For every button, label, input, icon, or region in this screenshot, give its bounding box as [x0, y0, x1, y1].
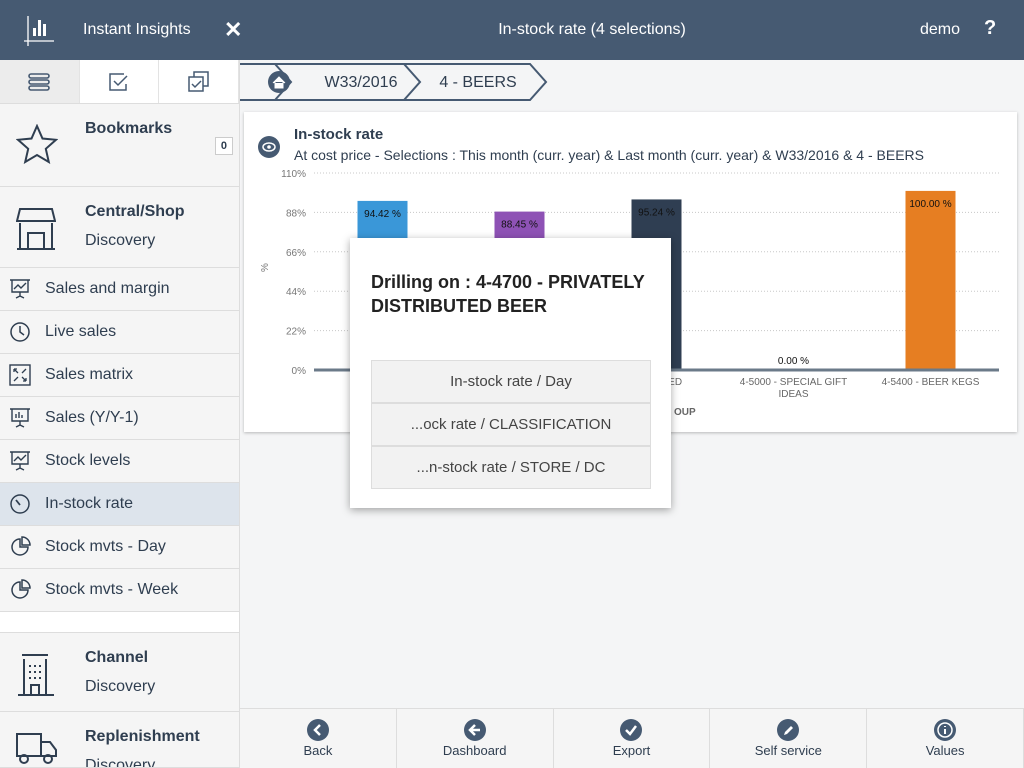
sidebar-item-label: In-stock rate [45, 495, 134, 512]
back-label: Back [303, 743, 333, 758]
help-icon[interactable]: ? [984, 17, 996, 40]
presentation-chart-icon [10, 279, 30, 299]
replenishment-subtitle: Discovery [85, 757, 156, 768]
dashboard-label: Dashboard [442, 743, 507, 758]
shop-icon [16, 208, 56, 250]
sidebar-item-sales-and-margin[interactable]: Sales and margin [0, 268, 239, 311]
back-button[interactable]: Back [240, 709, 397, 768]
y-tick-label: 66% [286, 248, 306, 259]
bookmarks-count: 0 [214, 137, 233, 155]
gauge-icon [10, 494, 30, 514]
y-tick-label: 110% [281, 169, 306, 180]
sidebar-item-label: Sales matrix [45, 366, 134, 383]
sidebar-item-label: Sales and margin [45, 280, 170, 297]
channel-title: Channel [85, 649, 149, 666]
tab-menu[interactable] [0, 60, 80, 103]
sidebar-item-label: Stock mvts - Week [45, 581, 179, 598]
x-tick-label: 4-5400 - BEER KEGS [882, 377, 980, 388]
truck-icon [16, 733, 57, 764]
copy-check-icon [187, 70, 209, 92]
drill-option-day[interactable]: In-stock rate / Day [371, 360, 651, 403]
pencil-icon [777, 719, 800, 741]
drill-option-classification[interactable]: ...ock rate / CLASSIFICATION [371, 403, 651, 446]
bar[interactable] [905, 190, 956, 370]
self-service-label: Self service [754, 743, 822, 758]
export-button[interactable]: Export [554, 709, 711, 768]
x-axis-label: OUP [674, 407, 696, 418]
bar-data-label: 94.42 % [364, 209, 401, 220]
sidebar: Bookmarks 0 Central/Shop Discovery Sales… [0, 60, 240, 768]
bar-data-label: 100.00 % [909, 199, 951, 210]
tab-multi[interactable] [159, 60, 240, 103]
sidebar-item-in-stock-rate[interactable]: In-stock rate [0, 483, 239, 526]
self-service-button[interactable]: Self service [710, 709, 868, 768]
page-title: In-stock rate (4 selections) [498, 21, 686, 38]
channel-subtitle: Discovery [85, 678, 156, 695]
bottom-toolbar: Back Dashboard Export Self service Value… [240, 708, 1024, 768]
breadcrumb-label: 4 - BEERS [439, 74, 516, 91]
sidebar-item-live-sales[interactable]: Live sales [0, 311, 239, 354]
sidebar-item-stock-mvts-week[interactable]: Stock mvts - Week [0, 569, 239, 612]
y-axis-label: % [260, 263, 271, 272]
channel-card[interactable]: Channel Discovery [0, 632, 239, 712]
breadcrumb: W33/2016 4 - BEERS [240, 63, 548, 101]
drill-option-store-dc[interactable]: ...n-stock rate / STORE / DC [371, 446, 651, 489]
central-shop-card[interactable]: Central/Shop Discovery [0, 187, 239, 268]
pie-icon [11, 536, 31, 556]
x-tick-label: 4-5000 - SPECIAL GIFT IDEAS [740, 377, 847, 400]
y-tick-label: 88% [286, 208, 306, 219]
presentation-bars-icon [10, 408, 30, 428]
replenishment-title: Replenishment [85, 728, 200, 745]
back-icon [306, 719, 329, 741]
checkbox-icon [109, 72, 128, 91]
sidebar-item-label: Live sales [45, 323, 117, 340]
drill-popup: Drilling on : 4-4700 - PRIVATELY DISTRIB… [350, 238, 671, 508]
values-button[interactable]: Values [867, 709, 1024, 768]
tab-selections[interactable] [80, 60, 160, 103]
sidebar-item-sales-y-y-1[interactable]: Sales (Y/Y-1) [0, 397, 239, 440]
sidebar-item-stock-mvts-day[interactable]: Stock mvts - Day [0, 526, 239, 569]
arrow-left-icon [463, 719, 486, 741]
sidebar-item-stock-levels[interactable]: Stock levels [0, 440, 239, 483]
bar-data-label: 0.00 % [778, 356, 809, 367]
app-header: Instant Insights ✕ In-stock rate (4 sele… [0, 0, 1024, 60]
presentation-chart-icon [10, 451, 30, 471]
replenishment-card[interactable]: Replenishment Discovery [0, 712, 239, 768]
expand-icon [9, 364, 31, 386]
list-icon [28, 72, 51, 91]
export-label: Export [612, 743, 651, 758]
pie-icon [11, 579, 31, 599]
central-title: Central/Shop [85, 203, 185, 220]
bookmarks-card[interactable]: Bookmarks 0 [0, 104, 239, 187]
y-tick-label: 44% [286, 287, 306, 298]
bar-data-label: 95.24 % [638, 207, 675, 218]
bar-data-label: 88.45 % [501, 220, 538, 231]
user-menu[interactable]: demo [920, 21, 960, 39]
clock-icon [10, 322, 30, 342]
info-icon [934, 719, 957, 741]
dashboard-button[interactable]: Dashboard [397, 709, 554, 768]
building-icon [18, 654, 54, 696]
sidebar-item-label: Stock mvts - Day [45, 538, 166, 555]
drill-heading: Drilling on : 4-4700 - PRIVATELY DISTRIB… [371, 272, 645, 316]
sidebar-item-label: Sales (Y/Y-1) [45, 409, 139, 426]
values-label: Values [925, 743, 965, 758]
sidebar-item-label: Stock levels [45, 452, 131, 469]
central-subtitle: Discovery [85, 232, 156, 249]
y-tick-label: 22% [286, 327, 306, 338]
y-tick-label: 0% [292, 366, 307, 377]
bookmarks-title: Bookmarks [85, 120, 173, 137]
star-icon [16, 124, 58, 164]
check-icon [620, 719, 643, 741]
breadcrumb-label: W33/2016 [325, 74, 398, 91]
sidebar-item-sales-matrix[interactable]: Sales matrix [0, 354, 239, 397]
